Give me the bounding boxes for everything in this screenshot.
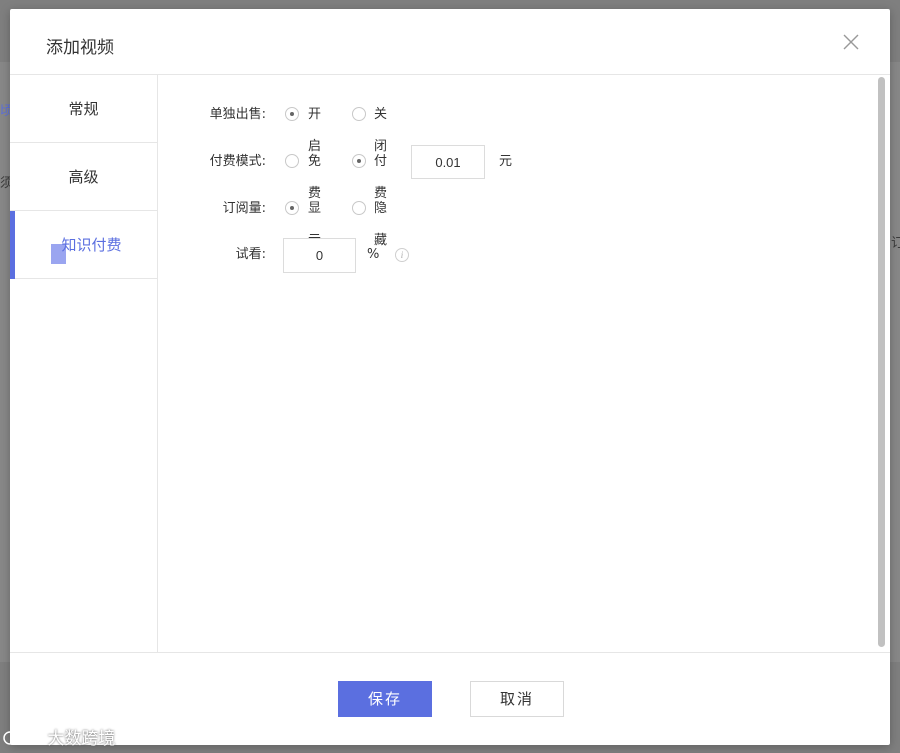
side-nav-item-label: 高级 xyxy=(68,168,99,186)
preview-label: 试看: xyxy=(235,247,266,262)
side-nav-item-general[interactable]: 常规 xyxy=(10,75,157,143)
background-text-fragment-right: 订 xyxy=(891,236,900,251)
sell-separately-on-radio[interactable] xyxy=(285,107,299,121)
sell-separately-label: 单独出售: xyxy=(209,107,266,122)
content-scrollbar[interactable] xyxy=(878,77,885,647)
save-button[interactable]: 保存 xyxy=(338,681,432,717)
subscriptions-label: 订阅量: xyxy=(222,201,266,216)
dialog-title: 添加视频 xyxy=(46,38,114,58)
subscriptions-show-radio[interactable] xyxy=(285,201,299,215)
side-nav-item-advanced[interactable]: 高级 xyxy=(10,143,157,211)
watermark-logo-icon xyxy=(2,729,47,749)
preview-percent-input[interactable] xyxy=(283,238,356,273)
dialog-header: 添加视频 xyxy=(10,9,890,75)
price-unit: 元 xyxy=(499,154,513,169)
pay-mode-paid-radio[interactable] xyxy=(352,154,366,168)
active-indicator xyxy=(10,211,15,279)
subscriptions-hide-radio[interactable] xyxy=(352,201,366,215)
watermark-text: 大数跨境 xyxy=(47,729,116,749)
close-icon[interactable] xyxy=(840,31,862,53)
watermark: 大数跨境 xyxy=(2,724,115,749)
pay-mode-label: 付费模式: xyxy=(209,154,266,169)
pay-mode-free-radio[interactable] xyxy=(285,154,299,168)
side-nav: 常规 高级 知识付费 xyxy=(10,75,158,652)
side-nav-item-label: 常规 xyxy=(68,100,99,118)
cancel-button[interactable]: 取消 xyxy=(470,681,564,717)
form-content: 单独出售: 开启 关闭 付费模式: 免费 付费 元 订阅量: 显示 隐藏 试看: xyxy=(158,75,880,652)
side-nav-item-label: 知识付费 xyxy=(61,236,122,254)
info-icon[interactable]: i xyxy=(395,248,409,262)
price-input[interactable] xyxy=(411,145,485,179)
add-video-dialog: 添加视频 常规 高级 知识付费 单独出售: 开启 关闭 付费模式: 免费 付费 … xyxy=(10,9,890,745)
side-nav-item-paid-knowledge[interactable]: 知识付费 xyxy=(10,211,157,279)
background-right-strip xyxy=(890,62,900,662)
preview-percent-unit: % xyxy=(367,247,380,262)
sell-separately-off-radio[interactable] xyxy=(352,107,366,121)
dialog-footer: 保存 取消 xyxy=(10,652,890,745)
